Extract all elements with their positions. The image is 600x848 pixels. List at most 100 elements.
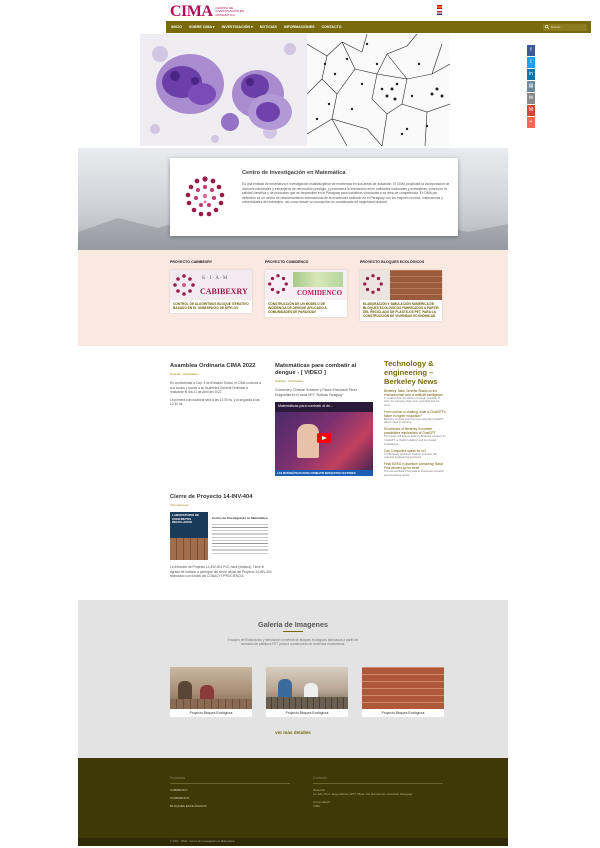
projects-section: PROYECTO CABIBEXRY K · I · A · M CABIBEX… bbox=[78, 250, 508, 346]
footer-contact: Contacto Dirección Av. Fdo. Prof. Jorge … bbox=[313, 776, 443, 808]
news-widget-title[interactable]: Technology & engineering – Berkeley News bbox=[384, 359, 446, 386]
project-card[interactable]: COMIDENCO CONSTRUCCIÓN DE UN MODELO DE I… bbox=[265, 270, 347, 317]
logo-text: CENTRO DE INVESTIGACIÓN EN MATEMÁTICA bbox=[215, 5, 244, 17]
project-caption: CONSTRUCCIÓN DE UN MODELO DE INCIDENCIA … bbox=[268, 302, 327, 314]
post-title[interactable]: Matemáticas para combatir al dengue - [ … bbox=[275, 363, 373, 377]
site-header: CIMA CENTRO DE INVESTIGACIÓN EN MATEMÁTI… bbox=[0, 0, 600, 20]
post-meta[interactable]: Noticias · Resultados bbox=[275, 379, 373, 383]
news-widget: Technology & engineering – Berkeley News… bbox=[384, 359, 446, 478]
footer-heading: Contacto bbox=[313, 776, 443, 784]
footer-heading: Proyectos bbox=[170, 776, 290, 784]
news-item: From cat bar to chatting, what is ChatGP… bbox=[384, 410, 446, 425]
copyright-bar: © 2022 · CIMA · Centro de Investigación … bbox=[78, 838, 508, 846]
post-title[interactable]: Asamblea Ordinaria CIMA 2022 bbox=[170, 363, 262, 370]
project-heading: PROYECTO COMIDENCO bbox=[265, 260, 309, 264]
about-section: Centro de Investigación en Matemática Es… bbox=[78, 148, 508, 250]
spanish-flag-icon[interactable] bbox=[437, 5, 442, 9]
gallery-item[interactable]: Proyecto Bloques Ecológicos bbox=[362, 667, 444, 717]
nav-item-informaciones[interactable]: INFORMACIONES bbox=[284, 25, 315, 29]
gallery-caption: Proyecto Bloques Ecológicos bbox=[285, 711, 329, 715]
gallery-item[interactable]: Proyecto Bloques Ecológicos bbox=[266, 667, 348, 717]
gallery-description: Ensayos de Elaboración y simulación numé… bbox=[227, 638, 359, 647]
post-image-lines bbox=[212, 524, 268, 554]
gallery-photo bbox=[170, 667, 252, 709]
project-image: COMIDENCO bbox=[265, 270, 347, 300]
project-image bbox=[360, 270, 442, 300]
about-title: Centro de Investigación en Matemática bbox=[242, 170, 346, 176]
post-body: La dirección de Proyecto 14-INV-404 PUC … bbox=[170, 565, 272, 578]
post-cierre-proyecto: Cierre de Proyecto 14-INV-404 Informacio… bbox=[170, 494, 272, 579]
news-link[interactable]: Berkeley Talks: Jennifer Bhalla on the e… bbox=[384, 389, 446, 397]
footer-link[interactable]: COMIDENCO bbox=[170, 796, 290, 800]
nav-item-investigacion[interactable]: INVESTIGACIÓN ▾ bbox=[222, 25, 253, 29]
news-item: 50 scholars of Berkeley in number possib… bbox=[384, 427, 446, 446]
post-body: En conformidad a Cap. 9 del Estatuto Soc… bbox=[170, 381, 261, 394]
post-meta[interactable]: Informaciones bbox=[170, 503, 272, 507]
footer-email[interactable]: CIMA bbox=[313, 804, 443, 808]
cell-microscopy-image bbox=[140, 34, 307, 146]
voronoi-diagram-image bbox=[306, 34, 450, 146]
nav-item-contacto[interactable]: CONTACTO bbox=[322, 25, 342, 29]
post-image-side-title: Centro de Investigación en Matemática bbox=[212, 516, 268, 520]
video-scene bbox=[275, 412, 373, 476]
concrete-blocks-photo bbox=[170, 538, 208, 560]
project-image-text: CABIBEXRY bbox=[200, 287, 248, 296]
gallery-photo bbox=[266, 667, 348, 709]
footer-link[interactable]: BLOQUES ECOLÓGICOS bbox=[170, 804, 290, 808]
youtube-play-icon[interactable] bbox=[317, 433, 331, 443]
post-image[interactable]: LABORATORIO DE CONCRETOS RECICLADOS Cent… bbox=[170, 512, 272, 560]
news-desc: In a talk at Cal, the author on tough qu… bbox=[384, 396, 440, 407]
nav-item-noticias[interactable]: NOTICIAS bbox=[260, 25, 277, 29]
share-bar: f t in ▤ ✉ M + bbox=[527, 45, 535, 129]
page: CIMA CENTRO DE INVESTIGACIÓN EN MATEMÁTI… bbox=[0, 0, 600, 848]
project-comidenco: PROYECTO COMIDENCO COMIDENCO CONSTRUCCIÓ… bbox=[265, 260, 347, 317]
about-card: Centro de Investigación en Matemática Es… bbox=[170, 158, 458, 236]
post-body: La primera convocatoria será a las 12:00… bbox=[170, 397, 260, 407]
cima-dots-logo bbox=[363, 274, 383, 294]
search-placeholder: Buscar... bbox=[551, 25, 563, 29]
site-logo[interactable]: CIMA CENTRO DE INVESTIGACIÓN EN MATEMÁTI… bbox=[170, 3, 247, 21]
gallery-photo bbox=[362, 667, 444, 709]
project-image: K · I · A · M CABIBEXRY bbox=[170, 270, 252, 300]
news-desc: Berkeley experts examine how tools like … bbox=[384, 417, 444, 425]
nav-item-inicio[interactable]: INICIO bbox=[171, 25, 182, 29]
gallery-more-link[interactable]: ver más detalles bbox=[78, 730, 508, 735]
post-image-title: LABORATORIO DE CONCRETOS RECICLADOS bbox=[172, 513, 200, 525]
footer-projects: Proyectos CABIBEXRY COMIDENCO BLOQUES EC… bbox=[170, 776, 290, 808]
facebook-icon[interactable]: f bbox=[527, 45, 535, 56]
mosquito-map-graphic bbox=[293, 272, 343, 287]
project-image-text: COMIDENCO bbox=[297, 289, 343, 297]
twitter-icon[interactable]: t bbox=[527, 57, 535, 68]
print-icon[interactable]: ▤ bbox=[527, 81, 535, 92]
video-embed[interactable]: Matemáticas para combatir al de... LAS M… bbox=[275, 402, 373, 476]
news-link[interactable]: From cat bar to chatting, what is ChatGP… bbox=[384, 410, 446, 418]
gmail-icon[interactable]: M bbox=[527, 105, 535, 116]
logo-mark: CIMA bbox=[170, 3, 213, 20]
site-footer: Proyectos CABIBEXRY COMIDENCO BLOQUES EC… bbox=[78, 758, 508, 838]
footer-link[interactable]: CABIBEXRY bbox=[170, 788, 290, 792]
post-meta[interactable]: Noticias · Resultados bbox=[170, 372, 262, 376]
news-desc: UC Berkeley professor Hyamin Antonian wi… bbox=[384, 452, 437, 460]
email-icon[interactable]: ✉ bbox=[527, 93, 535, 104]
english-flag-icon[interactable] bbox=[437, 11, 442, 15]
project-cabibexry: PROYECTO CABIBEXRY K · I · A · M CABIBEX… bbox=[170, 260, 252, 313]
gallery-item[interactable]: Proyecto Bloques Ecológicos bbox=[170, 667, 252, 717]
cima-dots-logo bbox=[185, 176, 225, 217]
bricks-photo bbox=[390, 270, 442, 300]
gallery-title: Galería de Imagenes bbox=[258, 620, 328, 629]
more-icon[interactable]: + bbox=[527, 117, 535, 128]
news-desc: The annual Basic Plus awards showcase re… bbox=[384, 470, 445, 478]
project-heading: PROYECTO CABIBEXRY bbox=[170, 260, 213, 264]
project-card[interactable]: ELABORACIÓN Y SIMULACIÓN NUMÉRICA DE BLO… bbox=[360, 270, 442, 321]
nav-item-sobre-cima[interactable]: SOBRE CIMA ▾ bbox=[189, 25, 215, 29]
search-input[interactable]: Buscar... bbox=[543, 23, 587, 31]
gallery-section: Galería de Imagenes Ensayos de Elaboraci… bbox=[78, 600, 508, 758]
lab-photo: LABORATORIO DE CONCRETOS RECICLADOS bbox=[170, 512, 208, 560]
news-item: Berkeley Talks: Jennifer Bhalla on the e… bbox=[384, 389, 446, 408]
news-item: Can Computers speak for us? UC Berkeley … bbox=[384, 449, 446, 460]
project-caption: CONTROL DE ALGORITMOS BLOQUE ITERATIVO B… bbox=[173, 302, 249, 310]
post-title[interactable]: Cierre de Proyecto 14-INV-404 bbox=[170, 494, 272, 501]
linkedin-icon[interactable]: in bbox=[527, 69, 535, 80]
project-card[interactable]: K · I · A · M CABIBEXRY CONTROL DE ALGOR… bbox=[170, 270, 252, 313]
gallery-caption: Proyecto Bloques Ecológicos bbox=[189, 711, 233, 715]
